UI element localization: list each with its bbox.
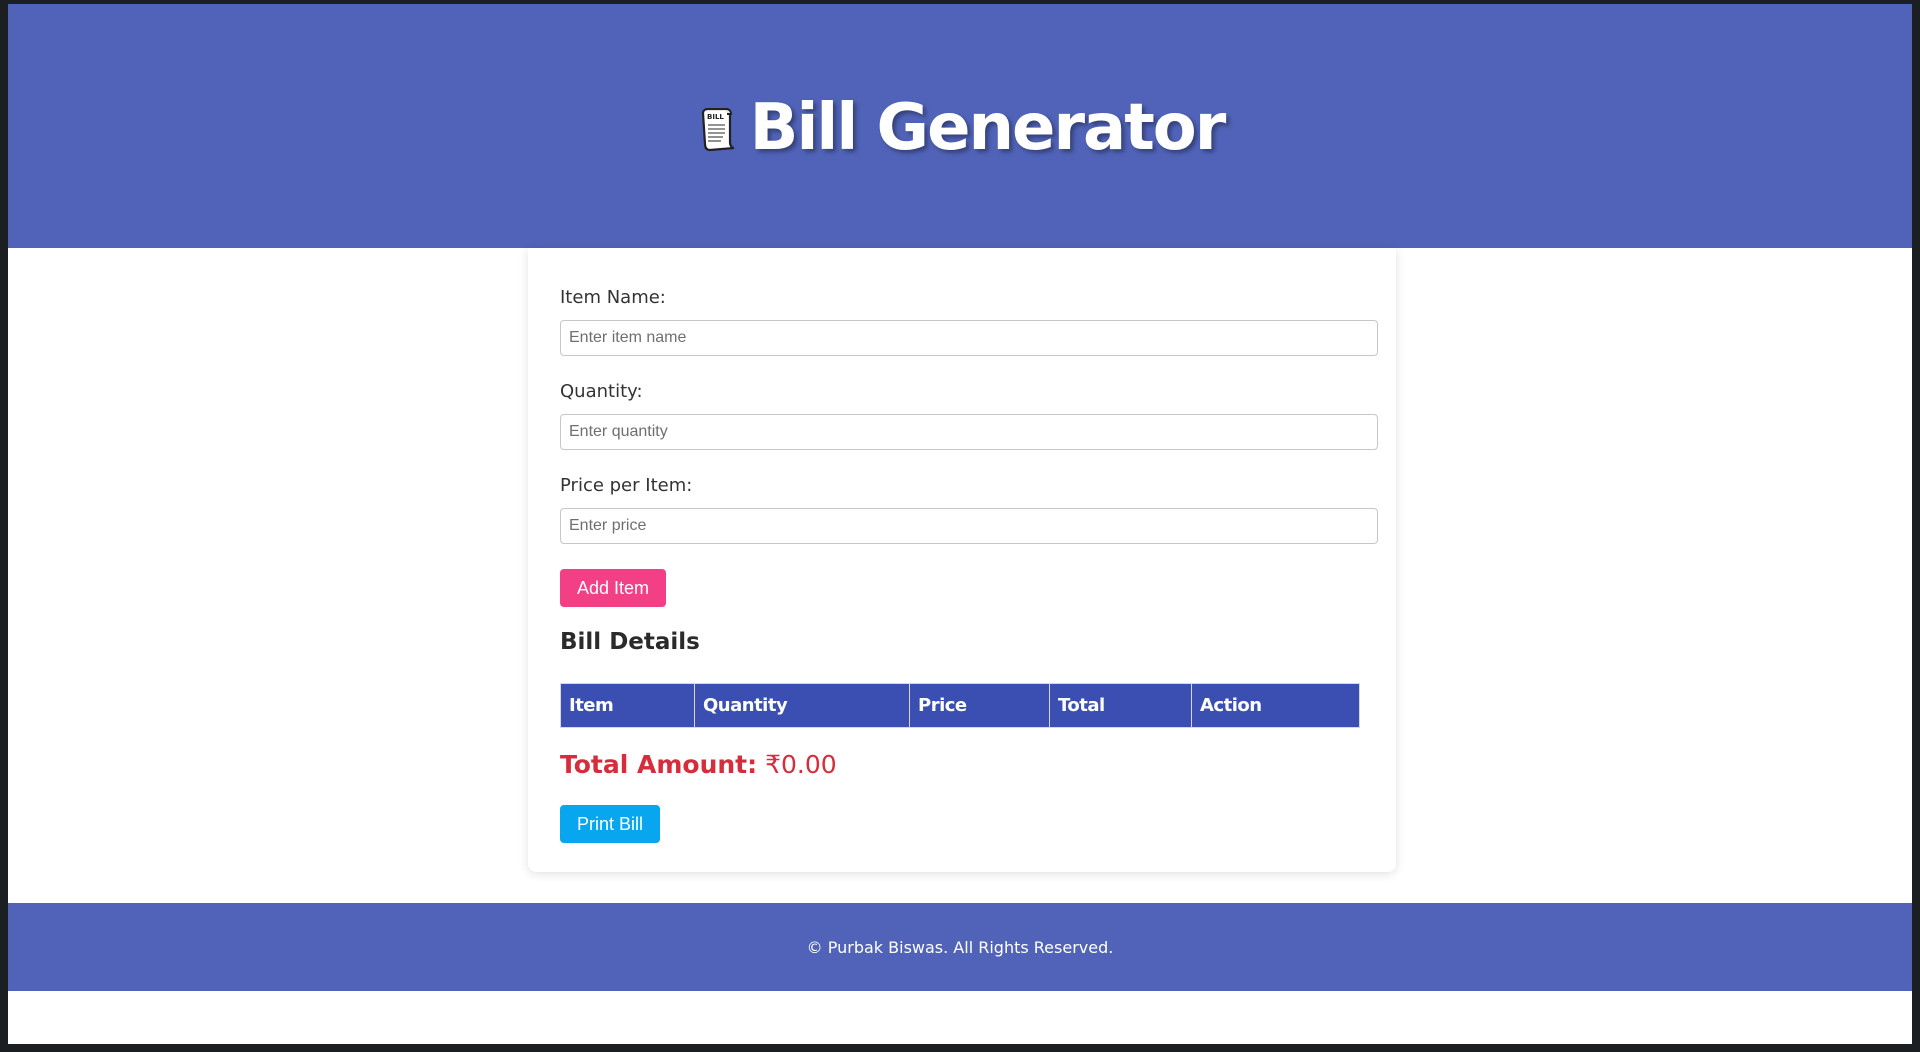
- total-amount-line: Total Amount: ₹0.00: [560, 750, 837, 779]
- quantity-label: Quantity:: [560, 381, 643, 402]
- price-input[interactable]: [560, 508, 1378, 544]
- footer-copyright: © Purbak Biswas. All Rights Reserved.: [806, 937, 1114, 957]
- page-header: BILL Bill Generator: [8, 4, 1912, 248]
- bill-icon-text: BILL: [707, 113, 724, 121]
- bill-scroll-icon: BILL: [701, 108, 734, 152]
- quantity-input[interactable]: [560, 414, 1378, 450]
- page-viewport: BILL Bill Generator Item Name: Quantity:…: [8, 4, 1912, 1044]
- bill-details-heading: Bill Details: [560, 629, 700, 655]
- price-label: Price per Item:: [560, 475, 693, 496]
- add-item-button[interactable]: Add Item: [560, 569, 667, 607]
- column-header-price: Price: [909, 683, 1050, 728]
- total-amount-value: ₹0.00: [765, 750, 837, 779]
- column-header-total: Total: [1049, 683, 1192, 728]
- total-amount-label: Total Amount:: [560, 750, 758, 779]
- column-header-quantity: Quantity: [694, 683, 910, 728]
- page-footer: © Purbak Biswas. All Rights Reserved.: [8, 903, 1912, 991]
- column-header-item: Item: [560, 683, 695, 728]
- bill-table: Item Quantity Price Total Action: [560, 683, 1360, 728]
- column-header-action: Action: [1191, 683, 1360, 728]
- page-title: Bill Generator: [749, 91, 1227, 165]
- item-name-label: Item Name:: [560, 287, 666, 308]
- bill-form-card: Item Name: Quantity: Price per Item: Add…: [528, 248, 1396, 872]
- print-bill-button[interactable]: Print Bill: [560, 805, 661, 843]
- item-name-input[interactable]: [560, 320, 1378, 356]
- bill-table-header: Item Quantity Price Total Action: [560, 683, 1360, 728]
- header-title-group: BILL Bill Generator: [696, 91, 1227, 165]
- bill-table-header-row: Item Quantity Price Total Action: [560, 683, 1360, 728]
